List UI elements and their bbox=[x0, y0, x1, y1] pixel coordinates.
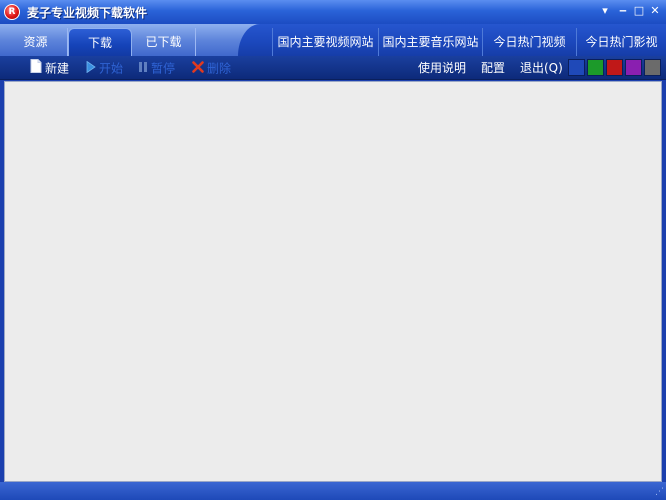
resize-grip-icon[interactable]: ⋰ bbox=[652, 486, 664, 498]
theme-swatch-gray[interactable] bbox=[644, 59, 661, 76]
start-button-label: 开始 bbox=[99, 61, 124, 76]
tab-music-sites[interactable]: 国内主要音乐网站 bbox=[378, 28, 482, 56]
play-icon bbox=[86, 60, 96, 78]
theme-swatch-green[interactable] bbox=[587, 59, 604, 76]
delete-x-icon bbox=[192, 60, 204, 78]
tab-bar: 资源 下载 已下载 国内主要视频网站 国内主要音乐网站 今日热门视频 今日热门影… bbox=[0, 24, 666, 56]
delete-button-label: 删除 bbox=[207, 61, 232, 76]
maximize-icon[interactable]: □ bbox=[632, 4, 646, 18]
download-list-area[interactable] bbox=[4, 81, 662, 482]
tab-hot-videos[interactable]: 今日热门视频 bbox=[482, 28, 576, 56]
help-link[interactable]: 使用说明 bbox=[418, 59, 466, 77]
dropdown-icon[interactable]: ▾ bbox=[598, 4, 612, 18]
title-bar[interactable]: R 麦子专业视频下载软件 ▾ ‒ □ ✕ bbox=[0, 0, 666, 24]
window-title: 麦子专业视频下载软件 bbox=[27, 6, 148, 20]
tab-resources[interactable]: 资源 bbox=[4, 28, 68, 56]
tab-hot-movies[interactable]: 今日热门影视 bbox=[576, 28, 666, 56]
theme-swatch-purple[interactable] bbox=[625, 59, 642, 76]
new-file-icon bbox=[30, 59, 42, 78]
delete-button[interactable]: 删除 bbox=[192, 59, 231, 77]
app-logo-icon: R bbox=[4, 4, 20, 20]
start-button[interactable]: 开始 bbox=[86, 59, 123, 77]
app-window: R 麦子专业视频下载软件 ▾ ‒ □ ✕ 资源 下载 已下载 国内主要视频网站 … bbox=[0, 0, 666, 500]
tab-video-sites[interactable]: 国内主要视频网站 bbox=[272, 28, 378, 56]
close-icon[interactable]: ✕ bbox=[648, 4, 662, 18]
exit-link[interactable]: 退出(Q) bbox=[520, 59, 563, 77]
pause-button[interactable]: 暂停 bbox=[138, 59, 175, 77]
tab-downloaded[interactable]: 已下载 bbox=[132, 28, 196, 56]
theme-swatch-blue[interactable] bbox=[568, 59, 585, 76]
minimize-icon[interactable]: ‒ bbox=[616, 4, 630, 18]
status-bar: ⋰ bbox=[0, 482, 666, 500]
tab-downloading[interactable]: 下载 bbox=[68, 28, 132, 56]
pause-button-label: 暂停 bbox=[151, 61, 176, 76]
theme-swatch-red[interactable] bbox=[606, 59, 623, 76]
settings-link[interactable]: 配置 bbox=[481, 59, 505, 77]
new-button-label: 新建 bbox=[45, 61, 70, 76]
pause-icon bbox=[138, 60, 148, 78]
toolbar: 新建 开始 暂停 删除 使用说明 配置 退出(Q) bbox=[0, 56, 666, 80]
new-button[interactable]: 新建 bbox=[30, 59, 69, 77]
